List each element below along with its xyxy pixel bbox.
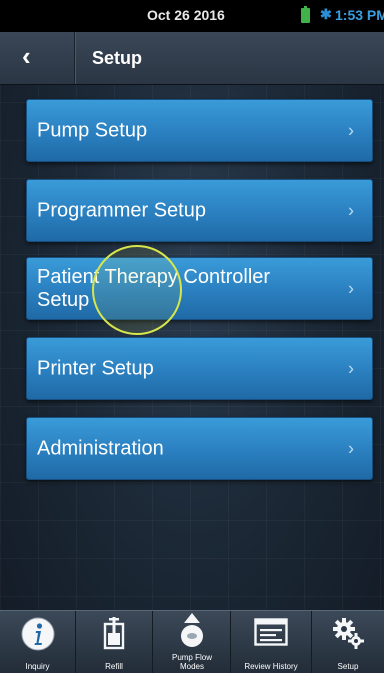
chevron-right-icon: › [348,358,354,378]
patient-therapy-controller-setup-button[interactable]: Patient Therapy Controller Setup › [26,257,373,320]
bottom-tab-bar: Inquiry Refill Pump Flow Modes Review Hi… [0,610,384,673]
battery-icon [301,6,310,23]
tab-pump-flow-modes[interactable]: Pump Flow Modes [153,611,231,673]
tab-inquiry[interactable]: Inquiry [0,611,76,673]
programmer-setup-button[interactable]: Programmer Setup › [26,179,373,242]
tab-label: Refill [105,662,123,671]
back-button[interactable]: ‹ [0,32,75,84]
title-bar: ‹ Setup [0,32,384,85]
chevron-right-icon: › [348,438,354,458]
pump-icon [180,613,203,647]
chevron-right-icon: › [348,278,354,298]
tab-label: Setup [337,662,359,671]
tab-refill[interactable]: Refill [76,611,153,673]
page-title: Setup [92,48,143,68]
tab-label: Review History [244,662,298,671]
menu-item-label: Printer Setup [37,357,154,379]
tab-label: Inquiry [25,662,50,671]
administration-button[interactable]: Administration › [26,417,373,480]
menu-item-label: Patient Therapy Controller Setup [37,265,271,311]
status-date: Oct 26 2016 [147,7,225,23]
menu-item-label: Pump Setup [37,119,148,141]
refill-icon [103,617,125,650]
tab-review-history[interactable]: Review History [231,611,312,673]
info-icon [21,617,54,651]
chevron-right-icon: › [348,200,354,220]
status-bar: Oct 26 2016 ✱ 1:53 PM [0,0,384,32]
setup-screen: Oct 26 2016 ✱ 1:53 PM ‹ Setup Pump Setup… [0,0,384,673]
tab-label: Pump Flow Modes [171,653,212,671]
status-time: 1:53 PM [335,7,384,23]
tab-setup[interactable]: Setup [312,611,384,673]
back-chevron-icon: ‹ [22,41,31,71]
gears-icon [333,618,364,649]
menu-item-label: Administration [37,437,164,459]
printer-setup-button[interactable]: Printer Setup › [26,337,373,400]
chevron-right-icon: › [348,120,354,140]
pump-setup-button[interactable]: Pump Setup › [26,99,373,162]
menu-item-label: Programmer Setup [37,199,206,221]
history-icon [254,618,288,646]
bluetooth-icon: ✱ [320,6,332,22]
